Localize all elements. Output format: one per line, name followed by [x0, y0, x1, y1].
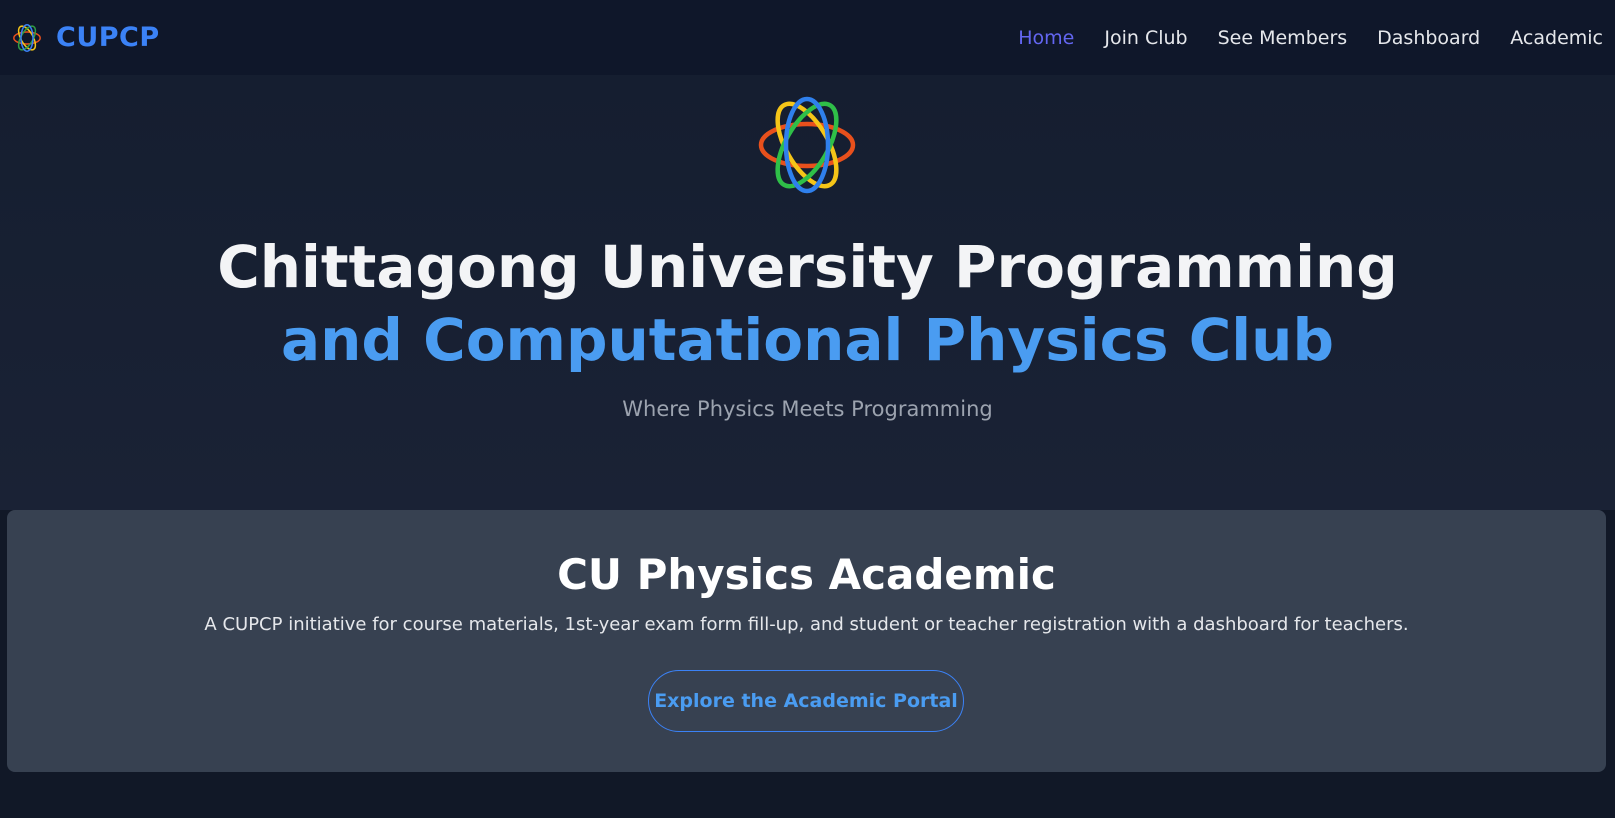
nav-item-see-members[interactable]: See Members	[1218, 27, 1348, 49]
atom-icon	[13, 23, 41, 52]
nav-item-home[interactable]: Home	[1018, 27, 1074, 49]
atom-icon	[758, 96, 856, 194]
nav-item-academic[interactable]: Academic	[1510, 27, 1603, 49]
academic-title: CU Physics Academic	[557, 550, 1056, 599]
hero-title-line2: and Computational Physics Club	[281, 306, 1334, 374]
brand-link[interactable]: CUPCP	[12, 22, 160, 53]
academic-description: A CUPCP initiative for course materials,…	[204, 614, 1409, 635]
hero-subtitle: Where Physics Meets Programming	[622, 397, 993, 421]
nav-links: Home Join Club See Members Dashboard Aca…	[1018, 27, 1603, 49]
nav-item-join-club[interactable]: Join Club	[1104, 27, 1187, 49]
hero-section: Chittagong University Programming and Co…	[0, 75, 1615, 510]
brand-name: CUPCP	[56, 22, 160, 53]
navbar: CUPCP Home Join Club See Members Dashboa…	[0, 0, 1615, 75]
explore-academic-portal-button[interactable]: Explore the Academic Portal	[648, 670, 964, 732]
academic-card: CU Physics Academic A CUPCP initiative f…	[7, 510, 1606, 772]
nav-item-dashboard[interactable]: Dashboard	[1377, 27, 1480, 49]
hero-title-line1: Chittagong University Programming	[217, 233, 1398, 301]
